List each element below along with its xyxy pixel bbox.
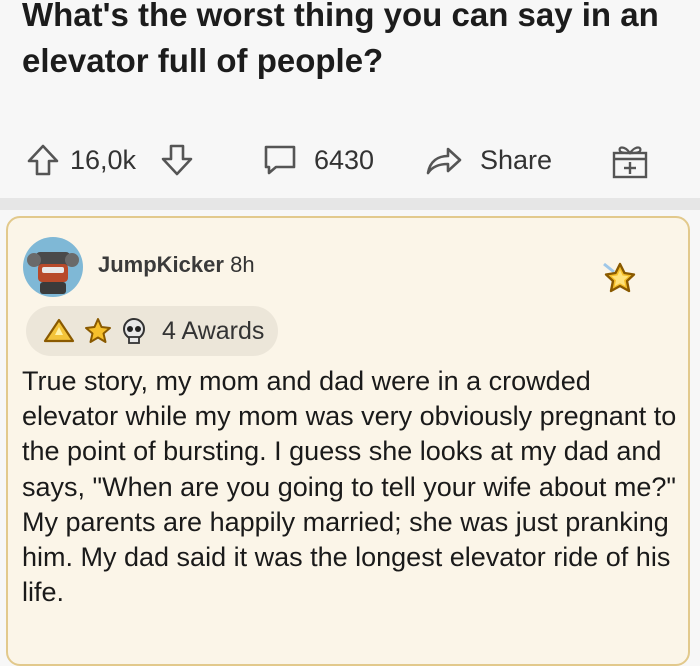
helpful-award-icon [43,318,75,343]
star-award-icon [85,318,111,343]
upvote-arrow-icon[interactable] [26,143,60,177]
give-award-button[interactable] [610,138,650,182]
comment-author[interactable]: JumpKicker 8h [98,252,255,278]
vote-count: 16,0k [70,138,136,182]
comment-bubble-icon[interactable] [262,143,298,177]
comment-body: True story, my mom and dad were in a cro… [22,366,677,608]
avatar[interactable] [22,236,84,298]
comment-age: 8h [230,252,255,277]
downvote-arrow-icon[interactable] [160,143,194,177]
awards-pill[interactable]: 4 Awards [26,306,278,356]
vote-count-text: 16,0k [70,144,137,175]
skull-award-icon [123,318,145,344]
section-divider [0,198,700,210]
gold-award-badge [600,258,640,303]
share-label: Share [480,144,553,175]
upvote-button[interactable] [26,138,60,182]
downvote-button[interactable] [160,138,194,182]
comment-card: JumpKicker 8h 4 Awards True story, my mo… [6,216,690,666]
share-arrow-icon [426,147,462,175]
share-button[interactable]: Share [424,138,552,182]
username[interactable]: JumpKicker [98,252,224,277]
post-title: What's the worst thing you can say in an… [22,0,659,79]
comment-count: 6430 [314,144,375,175]
awards-count: 4 Awards [162,316,265,345]
avatar-icon [23,237,83,297]
comments-button[interactable]: 6430 [262,138,374,182]
post-action-bar: 16,0k 6430 Share [0,138,700,182]
star-award-icon [603,262,636,293]
gift-award-icon[interactable] [610,141,650,179]
